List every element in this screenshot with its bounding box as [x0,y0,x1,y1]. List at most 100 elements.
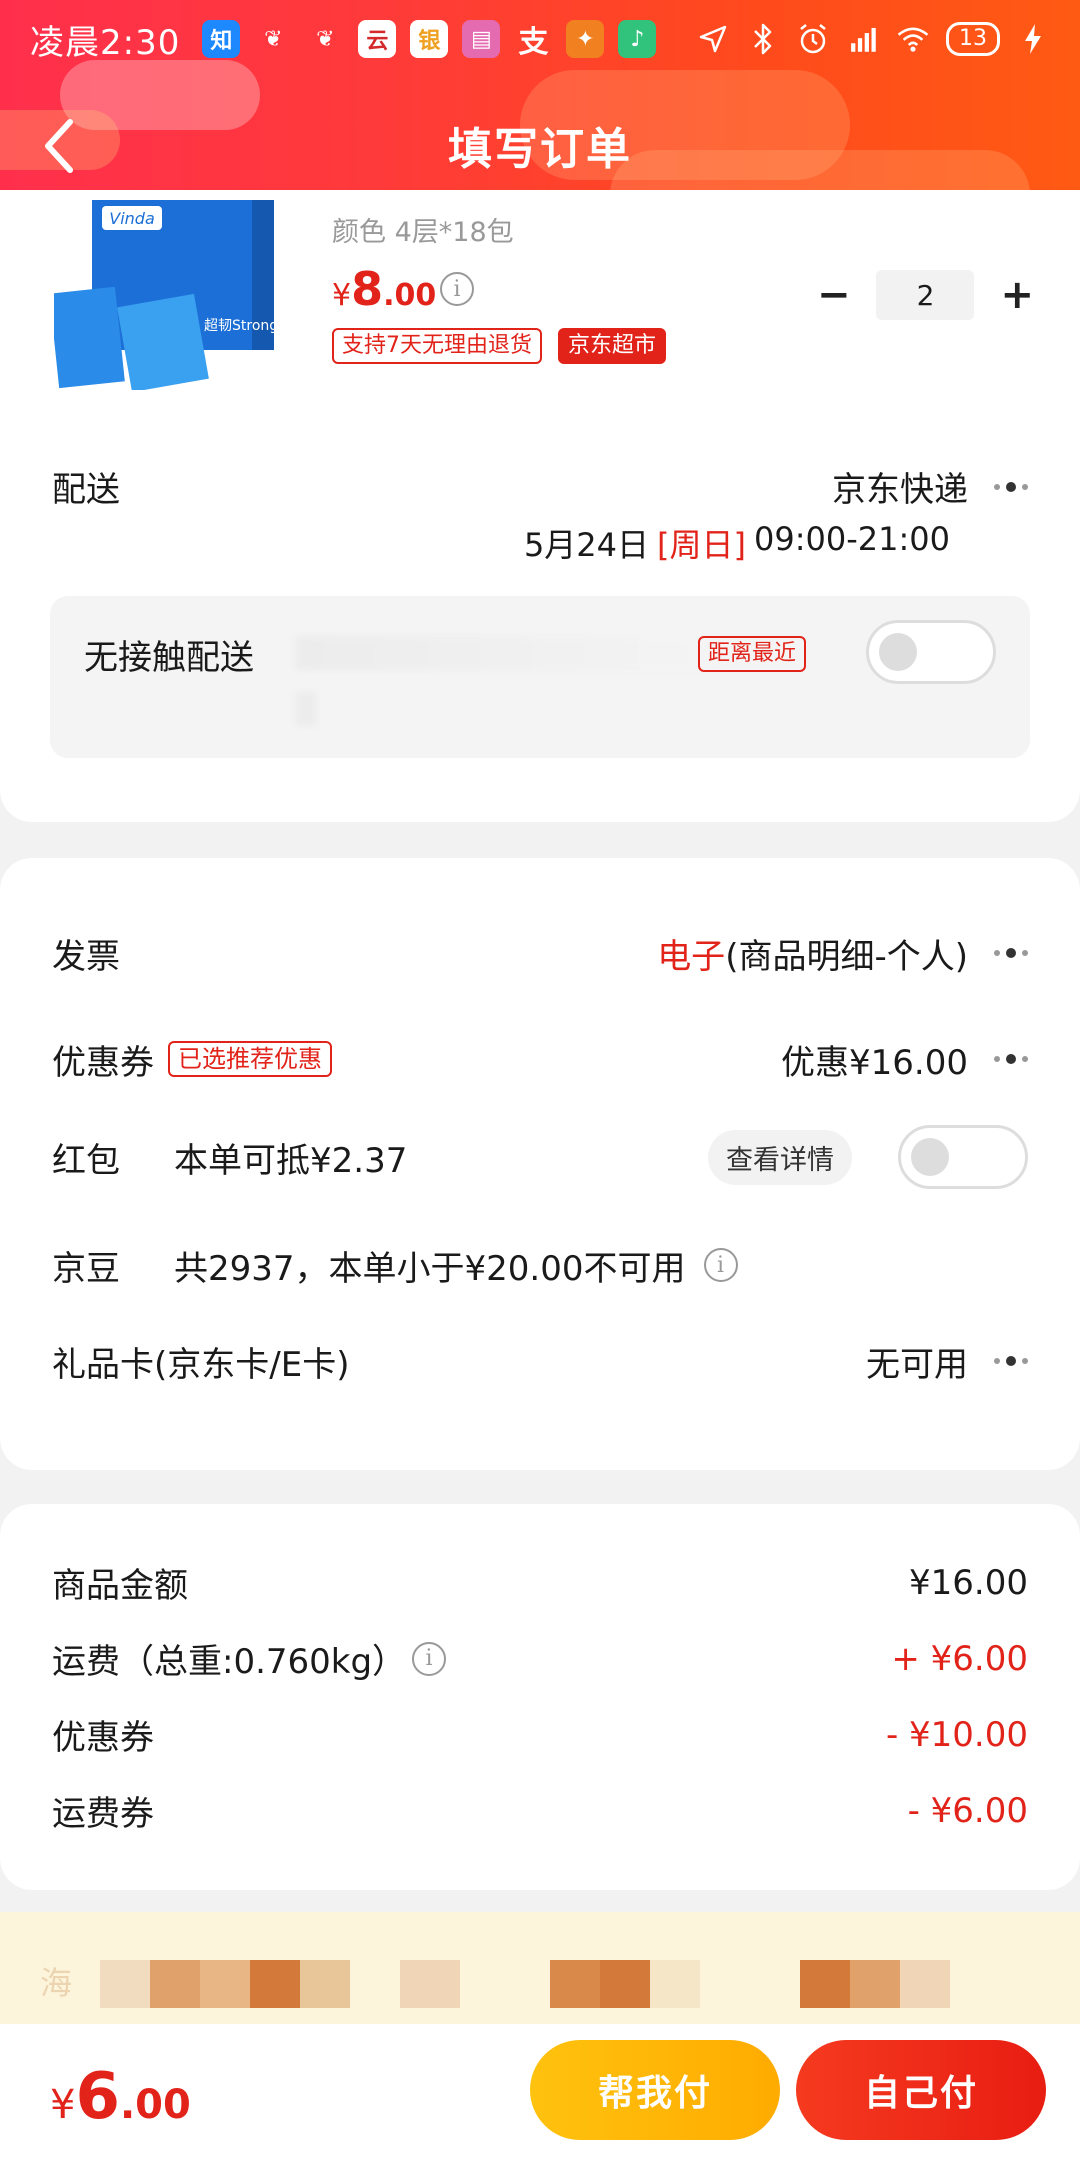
runner-icon: ✦ [566,20,605,58]
product-image[interactable]: Vinda 超韧Strong [49,200,292,393]
total-decimal: .00 [119,2082,191,2128]
invoice-label: 发票 [52,936,120,977]
jingdou-desc: 共2937，本单小于¥20.00不可用 [174,1248,686,1289]
store-tag: 京东超市 [558,328,667,364]
more-icon [994,1356,1028,1366]
summary-value: + ¥6.00 [891,1638,1028,1679]
red-packet-detail-button[interactable]: 查看详情 [708,1129,852,1185]
red-packet-label: 红包 [52,1140,120,1181]
status-time: 凌晨2:30 [30,22,181,63]
delivery-row[interactable]: 配送 京东快递 [52,462,1028,511]
product-price: ¥ 8 .00 [332,262,436,316]
alipay-icon: 支 [518,25,549,60]
system-icons: 13 [696,22,1050,56]
summary-label: 运费券 [52,1794,154,1834]
coupon-value: 优惠¥16.00 [781,1042,968,1083]
decrease-quantity-button[interactable]: − [817,272,851,318]
invoice-type: 电子 [657,936,726,977]
coupon-tag: 已选推荐优惠 [168,1041,332,1077]
return-policy-tag: 支持7天无理由退货 [332,328,542,364]
bank-icon: 银 [410,20,449,58]
gallery-icon: ▤ [462,20,501,58]
delivery-label: 配送 [52,470,120,510]
price-integer: 8 [351,262,384,316]
summary-value: ¥16.00 [909,1562,1028,1603]
summary-row: 运费（总重:0.760kg） i + ¥6.00 [52,1634,1028,1683]
wifi-icon [896,22,930,56]
jingdou-row: 京豆 共2937，本单小于¥20.00不可用 i [52,1232,1028,1298]
header: 凌晨2:30 知 ❦ ❦ 云 银 ▤ 支 ✦ ♪ 13 填写订单 [0,0,1080,212]
price-symbol: ¥ [332,278,352,313]
quantity-stepper: − 2 + [817,270,1034,320]
bluetooth-icon [746,22,780,56]
gift-card-row[interactable]: 礼品卡(京东卡/E卡) 无可用 [52,1328,1028,1394]
summary-row: 优惠券 - ¥10.00 [52,1710,1028,1759]
svg-text:超韧Strong: 超韧Strong [204,318,278,334]
back-button[interactable] [36,116,86,176]
total-price: ¥ 6 .00 [50,2060,191,2134]
summary-label: 优惠券 [52,1718,154,1758]
more-icon [994,481,1028,492]
price-summary-card: 商品金额 ¥16.00 运费（总重:0.760kg） i + ¥6.00 优惠券… [0,1504,1080,1890]
coupon-label: 优惠券 [52,1042,154,1083]
more-icon [994,948,1028,958]
jingdou-label: 京豆 [52,1248,120,1289]
summary-row: 运费券 - ¥6.00 [52,1786,1028,1835]
delivery-time-range: 09:00-21:00 [754,520,950,558]
increase-quantity-button[interactable]: + [1000,272,1034,318]
delivery-weekday: [周日] [657,526,747,564]
quantity-input[interactable]: 2 [876,270,975,320]
contactless-toggle[interactable] [866,620,996,684]
delivery-time: 5月24日 [周日] 09:00-21:00 [524,520,950,566]
summary-label: 运费（总重:0.760kg） [52,1642,407,1682]
red-packet-row: 红包 本单可抵¥2.37 查看详情 [52,1124,1028,1190]
gift-card-label: 礼品卡(京东卡/E卡) [52,1344,350,1385]
jingdou-info-icon[interactable]: i [703,1248,738,1282]
notification-icons: 知 ❦ ❦ 云 银 ▤ 支 ✦ ♪ [202,20,657,60]
blurred-address [296,636,716,670]
delivery-carrier: 京东快递 [832,470,968,510]
summary-value: - ¥10.00 [885,1714,1028,1755]
battery-icon: 13 [946,22,1000,56]
status-bar: 凌晨2:30 知 ❦ ❦ 云 银 ▤ 支 ✦ ♪ 13 [0,0,1080,78]
help-pay-button[interactable]: 帮我付 [530,2040,780,2140]
nearest-tag: 距离最近 [698,636,807,672]
price-info-icon[interactable]: i [440,272,474,306]
coupon-row[interactable]: 优惠券 已选推荐优惠 优惠¥16.00 [52,1026,1028,1092]
red-packet-toggle[interactable] [898,1125,1028,1189]
invoice-row[interactable]: 发票 电子 (商品明细-个人) [52,920,1028,986]
leaf-icon: ❦ [264,26,283,52]
summary-row: 商品金额 ¥16.00 [52,1558,1028,1607]
gift-card-value: 无可用 [866,1344,968,1385]
price-decimal: .00 [383,278,437,313]
total-symbol: ¥ [50,2082,76,2128]
contactless-label: 无接触配送 [84,638,254,678]
product-spec: 颜色 4层*18包 [332,217,514,248]
svg-text:Vinda: Vinda [109,209,155,228]
blurred-address [296,692,316,726]
total-integer: 6 [75,2060,120,2134]
more-icon [994,1054,1028,1064]
signal-icon [846,22,880,56]
summary-value: - ¥6.00 [907,1790,1028,1831]
yunshanfu-icon: 云 [358,20,397,58]
alarm-icon [796,22,830,56]
location-icon [696,22,730,56]
bottom-checkout-bar: ¥ 6 .00 帮我付 自己付 [0,2024,1080,2160]
zhihu-icon: 知 [202,20,241,58]
promo-banner[interactable]: 海 [0,1912,1080,2024]
music-icon: ♪ [618,20,657,58]
shipping-info-icon[interactable]: i [412,1641,447,1676]
self-pay-button[interactable]: 自己付 [796,2040,1046,2140]
product-tags: 支持7天无理由退货 京东超市 [332,328,667,364]
summary-label: 商品金额 [52,1566,188,1606]
page-title: 填写订单 [448,124,632,175]
charging-icon [1016,22,1050,56]
invoice-detail: (商品明细-个人) [725,936,968,977]
product-delivery-card: Vinda 超韧Strong 颜色 4层*18包 ¥ 8 .00 i 支持7天无… [0,190,1080,822]
red-packet-desc: 本单可抵¥2.37 [174,1140,408,1181]
leaf2-icon: ❦ [316,26,335,52]
options-card: 发票 电子 (商品明细-个人) 优惠券 已选推荐优惠 优惠¥16.00 红包 本… [0,858,1080,1470]
delivery-date: 5月24日 [523,526,650,564]
chevron-left-icon [45,119,73,173]
